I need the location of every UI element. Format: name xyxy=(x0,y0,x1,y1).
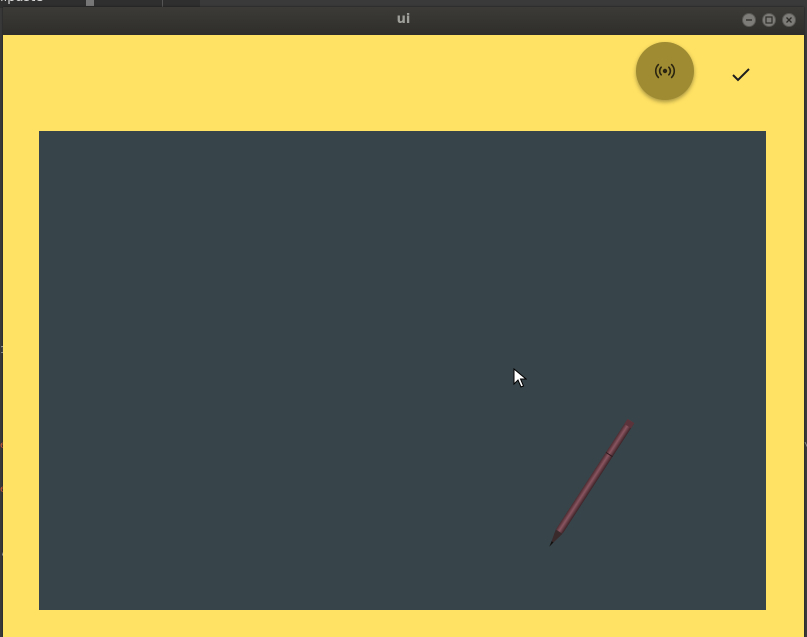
mouse-cursor-icon xyxy=(513,368,527,388)
close-button[interactable] xyxy=(782,13,796,27)
confirm-button[interactable] xyxy=(725,59,757,91)
window-titlebar[interactable]: ui xyxy=(3,7,804,35)
background-text: lipaste xyxy=(0,0,43,4)
close-icon xyxy=(786,17,792,23)
pen-icon[interactable] xyxy=(539,413,639,565)
minimize-button[interactable] xyxy=(742,13,756,27)
window-title: ui xyxy=(396,12,411,27)
background-tab xyxy=(86,0,94,6)
broadcast-icon xyxy=(654,63,676,79)
minimize-icon xyxy=(746,19,752,21)
maximize-icon xyxy=(765,16,773,24)
maximize-button[interactable] xyxy=(762,13,776,27)
broadcast-button[interactable] xyxy=(636,42,694,100)
checkmark-icon xyxy=(732,68,750,82)
app-window: ui xyxy=(3,7,804,637)
drawing-canvas[interactable] xyxy=(39,131,766,610)
